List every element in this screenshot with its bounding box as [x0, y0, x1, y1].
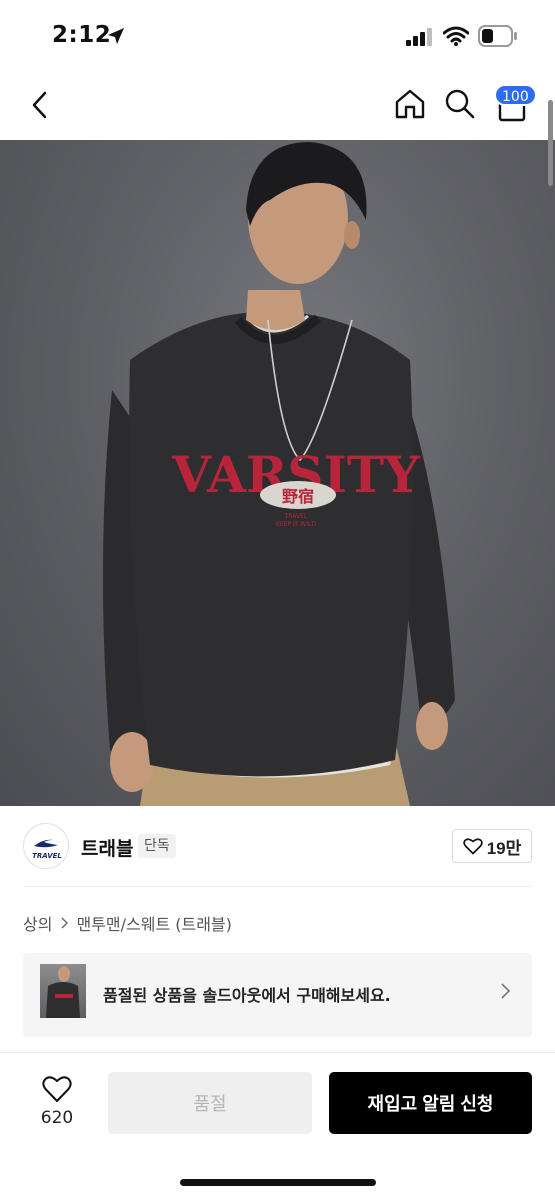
wish-count: 620: [40, 1108, 74, 1128]
restock-alert-button[interactable]: 재입고 알림 신청: [329, 1072, 532, 1134]
status-time: 2:12: [52, 22, 112, 48]
search-icon[interactable]: [444, 88, 476, 120]
soldout-button: 품절: [108, 1072, 312, 1134]
brand-logo-text: TRAVEL: [32, 852, 62, 860]
breadcrumb: 상의 맨투맨/스웨트 (트래블): [23, 911, 232, 935]
breadcrumb-item-category[interactable]: 맨투맨/스웨트 (트래블): [76, 911, 231, 935]
exclusive-badge: 단독: [138, 834, 176, 858]
battery-icon: [478, 25, 517, 47]
soldout-product-thumbnail: [40, 964, 86, 1018]
sweatshirt-shape: [129, 311, 413, 777]
cart-count-badge: 100: [494, 84, 537, 106]
location-arrow-icon: [108, 28, 124, 44]
brand-logo[interactable]: TRAVEL: [23, 823, 69, 869]
cellular-signal-icon: [406, 28, 432, 46]
home-icon[interactable]: [394, 88, 426, 120]
model-photo: VARSITY 野宿 TRAVEL KEEP IT WILD: [102, 142, 455, 806]
soldout-promo-banner[interactable]: 품절된 상품을 솔드아웃에서 구매해보세요.: [23, 953, 532, 1037]
chevron-left-icon[interactable]: [26, 88, 54, 122]
brand-logo-mark-icon: [34, 839, 60, 848]
print-small-1: TRAVEL: [284, 513, 308, 520]
chevron-right-icon: [61, 917, 69, 929]
brand-like-button[interactable]: 19만: [452, 829, 532, 863]
divider: [0, 1052, 555, 1053]
breadcrumb-item-top[interactable]: 상의: [23, 911, 52, 935]
soldout-banner-text: 품절된 상품을 솔드아웃에서 구매해보세요.: [103, 986, 391, 1005]
product-image[interactable]: VARSITY 野宿 TRAVEL KEEP IT WILD: [0, 140, 555, 806]
home-indicator: [180, 1179, 376, 1186]
nav-bar: 100: [0, 70, 555, 140]
scroll-indicator[interactable]: [548, 100, 553, 186]
chevron-right-icon: [501, 983, 510, 999]
divider: [23, 886, 532, 887]
heart-icon[interactable]: [42, 1075, 72, 1103]
wifi-icon: [443, 26, 469, 46]
print-oval-text: 野宿: [282, 487, 314, 506]
print-small-2: KEEP IT WILD: [276, 521, 316, 528]
status-bar: 2:12: [0, 0, 555, 70]
brand-like-count: 19만: [486, 838, 522, 858]
brand-name[interactable]: 트래블: [81, 834, 133, 861]
heart-icon: [462, 838, 483, 855]
